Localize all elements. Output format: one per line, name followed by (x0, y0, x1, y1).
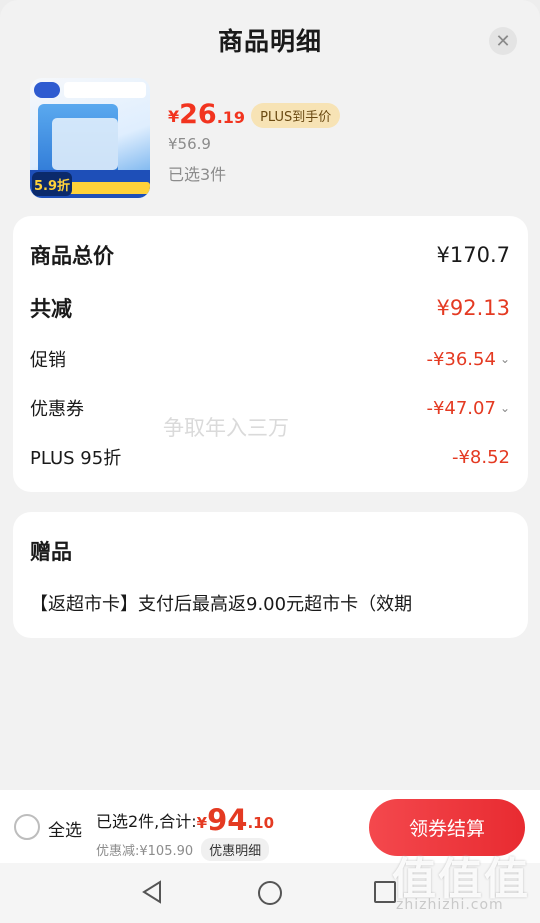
price-decimal: .19 (216, 108, 246, 127)
discount-amount: 优惠减:¥105.90 (96, 844, 194, 859)
total-line: 已选2件,合计: ¥ 94 .10 (96, 803, 275, 837)
gift-description: 【返超市卡】支付后最高返9.00元超市卡（效期 (30, 594, 413, 615)
discount-detail-button[interactable]: 优惠明细 (201, 838, 270, 861)
price-currency: ¥ (168, 107, 180, 126)
select-all-label[interactable]: 全选 (48, 816, 82, 841)
close-button[interactable]: ✕ (489, 27, 517, 55)
user-watermark: 争取年入三万 (163, 416, 289, 440)
close-icon: ✕ (495, 30, 511, 52)
select-all-radio[interactable] (14, 814, 40, 840)
promotion-label: 促销 (30, 350, 66, 371)
brand-logo (34, 82, 60, 98)
tissue-pack-image-secondary (52, 118, 118, 170)
total-integer: 94 (207, 803, 248, 837)
promotion-value: -¥36.54 (426, 348, 496, 370)
home-icon[interactable] (258, 881, 282, 905)
total-price-label: 商品总价 (30, 244, 114, 268)
chevron-down-icon[interactable]: ⌄ (500, 401, 510, 415)
site-watermark: 值值值 zhizhizhi.com (392, 843, 532, 923)
promotion-value-wrap: -¥36.54 ⌄ (426, 349, 510, 370)
coupon-label: 优惠券 (30, 399, 84, 420)
original-price: ¥56.9 (168, 135, 211, 153)
plus-price-badge: PLUS到手价 (251, 103, 341, 128)
order-detail-sheet: 商品明细 ✕ 5.9折 ¥ 26 .19 PLUS到手价 ¥56.9 已选3件 … (0, 0, 540, 790)
discount-badge: 5.9折 (32, 172, 72, 196)
row-total-price: 商品总价 ¥170.7 (30, 238, 510, 272)
row-total-discount: 共减 ¥92.13 (30, 291, 510, 325)
row-promotion[interactable]: 促销 -¥36.54 ⌄ (30, 344, 510, 374)
price-summary-card: 商品总价 ¥170.7 共减 ¥92.13 促销 -¥36.54 ⌄ 优惠券 -… (13, 216, 528, 492)
row-plus-discount: PLUS 95折 -¥8.52 (30, 442, 510, 472)
coupon-value: -¥47.07 (426, 397, 496, 419)
product-summary: 5.9折 ¥ 26 .19 PLUS到手价 ¥56.9 已选3件 (28, 78, 512, 200)
total-discount-value: ¥92.13 (436, 296, 510, 320)
page-title: 商品明细 (217, 27, 322, 56)
plus-discount-value: -¥8.52 (451, 446, 510, 468)
discount-line: 优惠减:¥105.90 优惠明细 (96, 838, 270, 861)
product-thumbnail[interactable]: 5.9折 (30, 78, 150, 198)
thumbnail-promo-highlight (66, 182, 150, 194)
sheet-header: 商品明细 ✕ (0, 0, 540, 80)
total-decimal: .10 (247, 814, 275, 832)
chevron-down-icon[interactable]: ⌄ (500, 352, 510, 366)
total-discount-label: 共减 (30, 297, 72, 321)
back-icon[interactable] (140, 879, 166, 909)
price-row: ¥ 26 .19 PLUS到手价 (168, 96, 341, 130)
total-currency: ¥ (196, 814, 208, 832)
selected-count: 已选3件 (168, 165, 227, 184)
plus-discount-label: PLUS 95折 (30, 448, 122, 469)
total-label: 已选2件,合计: (96, 812, 197, 831)
price-integer: 26 (179, 99, 217, 130)
site-watermark-url: zhizhizhi.com (396, 897, 504, 913)
coupon-value-wrap: -¥47.07 ⌄ (426, 398, 510, 419)
total-price-value: ¥170.7 (436, 243, 510, 267)
gift-card: 赠品 【返超市卡】支付后最高返9.00元超市卡（效期 (13, 512, 528, 638)
gift-title: 赠品 (30, 540, 72, 564)
thumbnail-banner (64, 82, 146, 98)
